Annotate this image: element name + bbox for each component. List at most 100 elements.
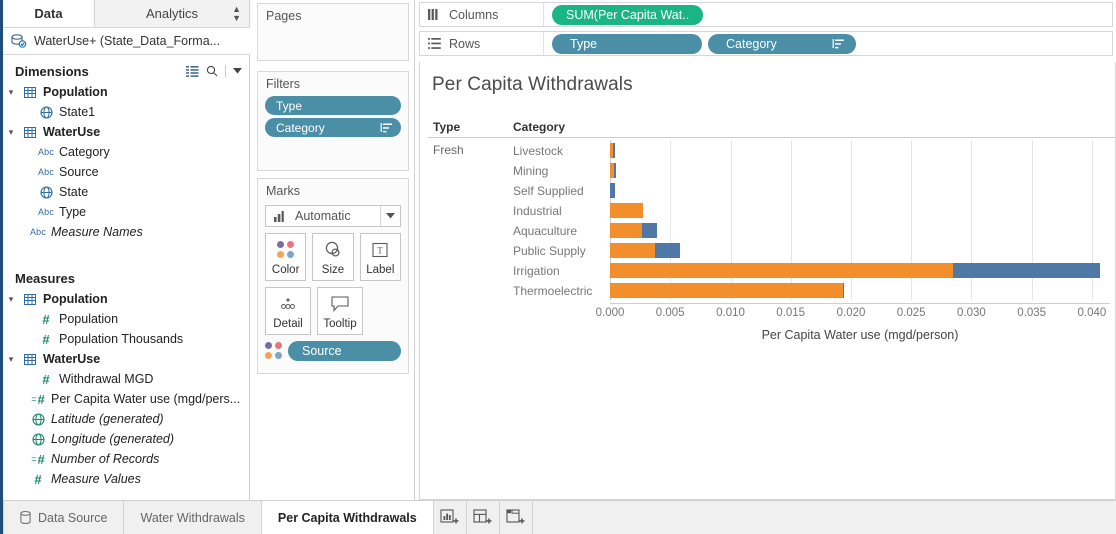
expand-caret-icon[interactable]: ▾ (3, 354, 19, 365)
measure-item[interactable]: Latitude (generated) (3, 409, 250, 429)
expand-caret-icon[interactable]: ▾ (3, 294, 19, 305)
encoding-pill-source[interactable]: Source (288, 341, 401, 361)
sort-descending-icon[interactable] (832, 38, 844, 49)
bar-segment-saline[interactable] (641, 222, 657, 238)
dimension-item-label: Type (59, 205, 87, 219)
bar-row[interactable] (610, 140, 1110, 160)
bar-segment-saline[interactable] (610, 182, 616, 198)
bar-row[interactable] (610, 160, 1110, 180)
tab-analytics[interactable]: Analytics ▲ ▼ (95, 0, 250, 27)
bar-segment-saline[interactable] (655, 242, 681, 258)
label-button[interactable]: T Label (359, 233, 401, 281)
rows-pill-category[interactable]: Category (708, 33, 856, 54)
dimension-item-label: State1 (59, 105, 96, 119)
new-dashboard-icon[interactable] (466, 501, 500, 534)
bar-segment-fresh[interactable] (610, 262, 954, 278)
bottom-tab-water-withdrawals[interactable]: Water Withdrawals (124, 501, 262, 534)
bar-row[interactable] (610, 220, 1110, 240)
table-icon (19, 293, 41, 305)
x-axis-title: Per Capita Water use (mgd/person) (761, 328, 959, 342)
bottom-tab-data-source[interactable]: Data Source (3, 501, 125, 534)
marks-buttons-row-1: Color Size T Label (265, 233, 401, 281)
bar-segment-fresh[interactable] (610, 242, 656, 258)
bottom-tab-data-source-label: Data Source (38, 510, 108, 525)
rows-shelf[interactable]: Rows Type Category (419, 31, 1113, 56)
new-story-icon[interactable] (499, 501, 533, 534)
column-header-type: Type (433, 120, 461, 134)
size-button[interactable]: Size (312, 233, 354, 281)
measure-item[interactable]: ▾ Population (3, 289, 250, 309)
filters-card: Filters Type Category (257, 71, 409, 171)
cards-pane: Pages Filters Type Category Marks Automa… (251, 0, 415, 500)
bar-segment-saline[interactable] (613, 142, 616, 158)
dimension-item-label: Measure Names (51, 225, 143, 239)
dimension-item[interactable]: Abc Type (3, 202, 250, 222)
detail-button[interactable]: Detail (265, 287, 311, 335)
filter-pill-type[interactable]: Type (265, 96, 401, 115)
dimension-item[interactable]: Abc Measure Names (3, 222, 250, 242)
expand-caret-icon[interactable]: ▾ (3, 127, 19, 138)
globe-green-icon (27, 432, 49, 446)
dimension-item[interactable]: State1 (3, 102, 250, 122)
bar-segment-fresh[interactable] (610, 202, 643, 218)
bar-row[interactable] (610, 200, 1110, 220)
bar-segment-saline[interactable] (842, 282, 844, 298)
dimension-item-label: State (59, 185, 89, 199)
dimension-item[interactable]: ▾ WaterUse (3, 122, 250, 142)
measure-item[interactable]: Longitude (generated) (3, 429, 250, 449)
measure-item[interactable]: ▾ WaterUse (3, 349, 250, 369)
chevron-down-icon[interactable] (233, 68, 242, 74)
updown-arrows-icon[interactable]: ▲ ▼ (232, 4, 241, 23)
marks-card: Marks Automatic Color Size T Label Detai… (257, 178, 409, 374)
bar-row[interactable] (610, 260, 1110, 280)
measure-item[interactable]: # Measure Values (3, 469, 250, 489)
bar-segment-fresh[interactable] (610, 282, 843, 298)
size-button-label: Size (321, 263, 345, 276)
grid-view-icon[interactable] (186, 65, 199, 77)
bar-row[interactable] (610, 180, 1110, 200)
worksheet-canvas[interactable]: Per Capita Withdrawals Type Category Fre… (419, 62, 1116, 500)
bar-row[interactable] (610, 240, 1110, 260)
search-icon[interactable] (206, 65, 218, 77)
bar-segment-saline[interactable] (953, 262, 1101, 278)
calculated-hash-icon: = # (31, 451, 45, 467)
new-worksheet-icon[interactable] (433, 501, 467, 534)
measure-item[interactable]: = # Number of Records (3, 449, 250, 469)
datasource-name: WaterUse+ (State_Data_Forma... (34, 34, 221, 48)
tab-data[interactable]: Data (3, 0, 95, 27)
columns-pill-measure[interactable]: SUM(Per Capita Wat.. (552, 4, 704, 25)
expand-caret-icon[interactable]: ▾ (3, 87, 19, 98)
bar-mark-icon (274, 210, 289, 222)
measure-item[interactable]: # Withdrawal MGD (3, 369, 250, 389)
dimension-item[interactable]: State (3, 182, 250, 202)
bar-row[interactable] (610, 280, 1110, 300)
dimension-item[interactable]: ▾ Population (3, 82, 250, 102)
category-row-label: Livestock (513, 144, 564, 158)
tooltip-button[interactable]: Tooltip (317, 287, 363, 335)
bar-segment-fresh[interactable] (610, 222, 642, 238)
measure-item[interactable]: = # Per Capita Water use (mgd/pers... (3, 389, 250, 409)
measure-item[interactable]: # Population (3, 309, 250, 329)
color-button[interactable]: Color (265, 233, 307, 281)
sort-descending-icon[interactable] (380, 122, 392, 133)
bar-segment-saline[interactable] (614, 162, 616, 178)
measure-item-label: Population (59, 312, 119, 326)
dimension-item[interactable]: Abc Source (3, 162, 250, 182)
measure-item-label: Number of Records (51, 452, 160, 466)
x-tick-label: 0.025 (896, 307, 926, 319)
plot-area[interactable] (610, 140, 1110, 300)
data-analytics-tabs: Data Analytics ▲ ▼ (3, 0, 250, 28)
sheet-bar-filler (532, 501, 1116, 534)
chevron-down-icon[interactable] (380, 206, 400, 226)
mark-type-dropdown[interactable]: Automatic (265, 205, 401, 227)
database-icon (20, 511, 31, 524)
bottom-tab-per-capita-withdrawals[interactable]: Per Capita Withdrawals (261, 501, 434, 534)
measure-item[interactable]: # Population Thousands (3, 329, 250, 349)
datasource-row[interactable]: WaterUse+ (State_Data_Forma... (3, 28, 250, 55)
dimension-item[interactable]: Abc Category (3, 142, 250, 162)
columns-shelf[interactable]: Columns SUM(Per Capita Wat.. (419, 2, 1113, 27)
filter-pill-category[interactable]: Category (265, 118, 401, 137)
x-tick-label: 0.030 (957, 307, 986, 319)
dimensions-list: ▾ Population State1 ▾ WaterUse Abc Category Abc… (3, 82, 250, 242)
rows-pill-type[interactable]: Type (552, 33, 702, 54)
